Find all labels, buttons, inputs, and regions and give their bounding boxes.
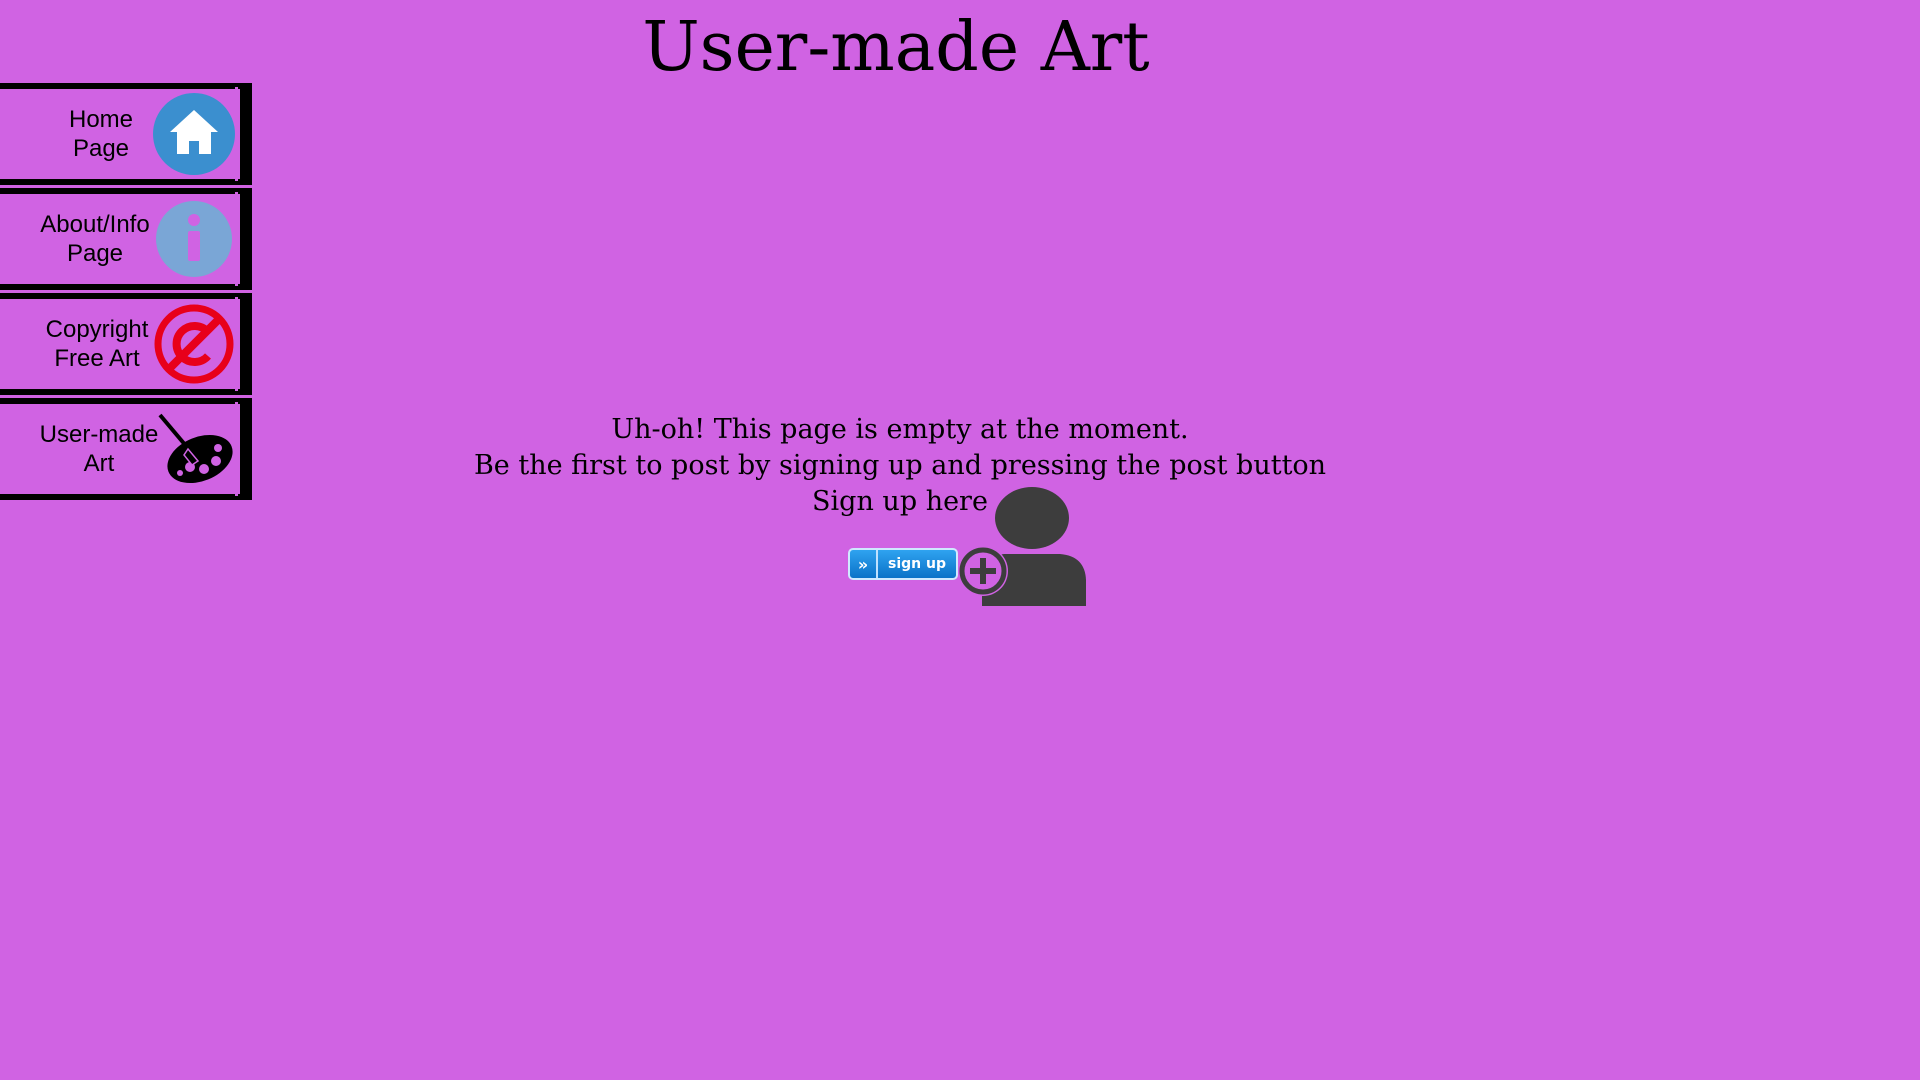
signup-button[interactable]: » sign up [848, 548, 958, 580]
signup-button-label: sign up [888, 556, 946, 572]
empty-state-message: Uh-oh! This page is empty at the moment.… [0, 412, 1800, 520]
empty-line-1: Uh-oh! This page is empty at the moment. [611, 414, 1189, 445]
empty-line-2: Be the first to post by signing up and p… [473, 450, 1327, 481]
add-user-icon[interactable] [952, 484, 1092, 624]
info-icon [156, 201, 232, 277]
nav-item-home[interactable]: Home Page [0, 83, 252, 185]
home-icon [153, 93, 235, 175]
chevron-right-icon: » [850, 550, 878, 578]
signup-prompt: Sign up here [812, 486, 988, 517]
nav-item-about[interactable]: About/Info Page [0, 188, 252, 290]
page: User-made Art Home Page About/Info Page … [0, 0, 1920, 1080]
nav-item-label: Copyright Free Art [45, 316, 149, 372]
nav-item-copyright-free[interactable]: Copyright Free Art [0, 293, 252, 395]
page-title: User-made Art [642, 8, 1150, 87]
nav-item-label: About/Info Page [40, 211, 150, 267]
copyright-free-icon [154, 304, 234, 384]
